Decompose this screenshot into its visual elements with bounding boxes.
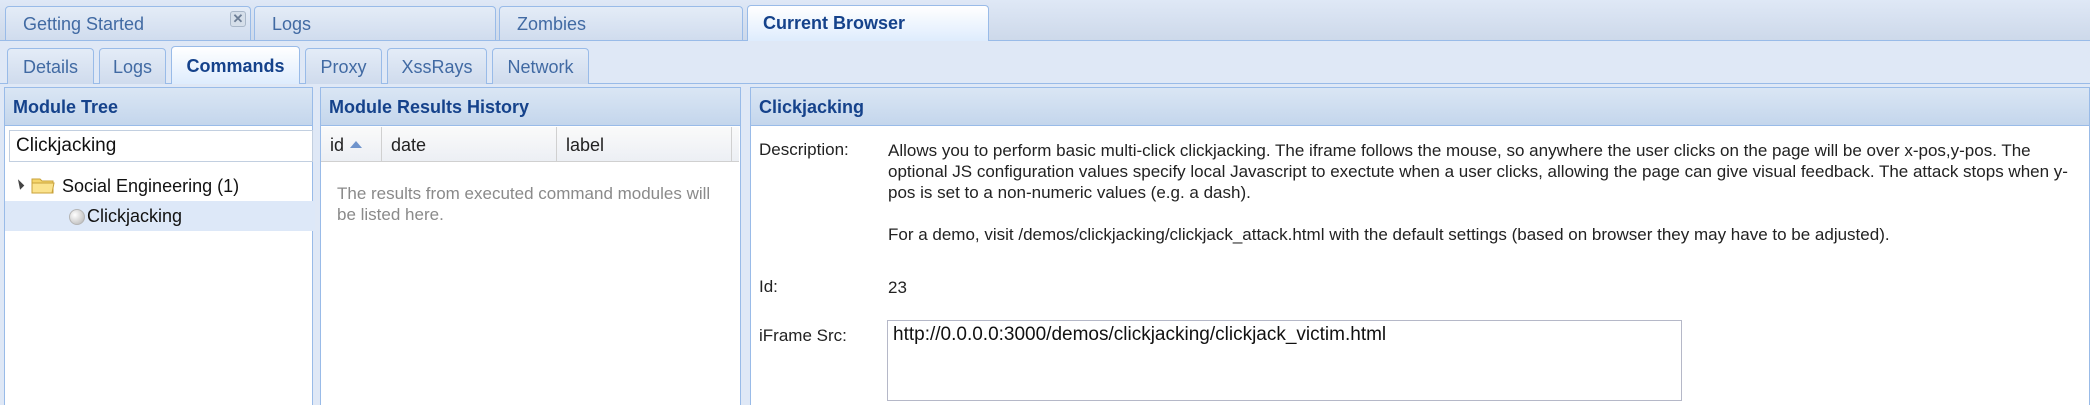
close-icon[interactable]: ✕ — [230, 11, 246, 27]
iframe-src-input[interactable]: http://0.0.0.0:3000/demos/clickjacking/c… — [887, 320, 1682, 401]
tab-logs[interactable]: Logs — [254, 6, 496, 40]
subtab-proxy-label: Proxy — [320, 57, 367, 77]
sort-ascending-icon — [350, 141, 363, 148]
column-id-label: id — [330, 135, 345, 155]
column-label[interactable]: label — [557, 127, 732, 162]
column-date-label: date — [391, 135, 427, 155]
tab-getting-started[interactable]: Getting Started ✕ — [5, 6, 251, 40]
description-demo-paragraph: For a demo, visit /demos/clickjacking/cl… — [888, 225, 1890, 244]
tab-logs-label: Logs — [272, 14, 312, 34]
description-label: Description: — [759, 140, 849, 159]
tree-folder-label: Social Engineering (1) — [62, 176, 240, 196]
tab-getting-started-label: Getting Started — [23, 14, 145, 34]
module-search-input[interactable]: Clickjacking — [9, 130, 313, 162]
column-id[interactable]: id — [321, 127, 382, 162]
browser-subtab-bar: Details Logs Commands Proxy XssRays Netw… — [0, 41, 2090, 84]
subtab-xssrays[interactable]: XssRays — [387, 48, 487, 84]
subtab-details[interactable]: Details — [7, 48, 94, 84]
subtab-xssrays-label: XssRays — [401, 57, 473, 77]
tree-item-clickjacking[interactable]: Clickjacking — [5, 201, 315, 231]
empty-results-message: The results from executed command module… — [337, 184, 711, 224]
module-detail-panel: Clickjacking Description: Allows you to … — [750, 87, 2090, 405]
iframe-src-label: iFrame Src: — [759, 326, 847, 345]
subtab-logs[interactable]: Logs — [99, 48, 166, 84]
main-tab-bar: Getting Started ✕ Logs Zombies Current B… — [0, 0, 2090, 41]
description-paragraph: Allows you to perform basic multi-click … — [888, 141, 2068, 202]
tree-folder-social-engineering[interactable]: Social Engineering (1) — [5, 171, 315, 201]
subtab-network[interactable]: Network — [492, 48, 589, 84]
tab-zombies[interactable]: Zombies — [499, 6, 743, 40]
subtab-network-label: Network — [507, 57, 574, 77]
subtab-proxy[interactable]: Proxy — [305, 48, 382, 84]
module-tree-panel: Module Tree Clickjacking Social Engineer… — [4, 87, 315, 405]
column-date[interactable]: date — [382, 127, 557, 162]
tab-zombies-label: Zombies — [517, 14, 587, 34]
module-detail-title: Clickjacking — [751, 88, 2089, 126]
subtab-commands-label: Commands — [186, 56, 285, 76]
results-history-title: Module Results History — [321, 88, 740, 126]
column-label-label: label — [566, 135, 605, 155]
results-grid-header: id date label — [321, 127, 739, 162]
tab-current-browser[interactable]: Current Browser — [747, 5, 989, 41]
subtab-logs-label: Logs — [112, 57, 153, 77]
module-tree-title: Module Tree — [5, 88, 312, 126]
results-history-panel: Module Results History id date label The… — [320, 87, 741, 405]
description-text: Allows you to perform basic multi-click … — [888, 140, 2068, 245]
subtab-commands[interactable]: Commands — [171, 46, 300, 84]
tree-item-label: Clickjacking — [87, 206, 183, 226]
subtab-details-label: Details — [22, 57, 79, 77]
folder-icon — [31, 178, 55, 194]
collapse-triangle-icon[interactable] — [13, 179, 25, 190]
id-label: Id: — [759, 277, 778, 296]
tab-current-browser-label: Current Browser — [763, 13, 906, 33]
module-status-icon — [69, 209, 85, 225]
id-value: 23 — [888, 278, 907, 297]
